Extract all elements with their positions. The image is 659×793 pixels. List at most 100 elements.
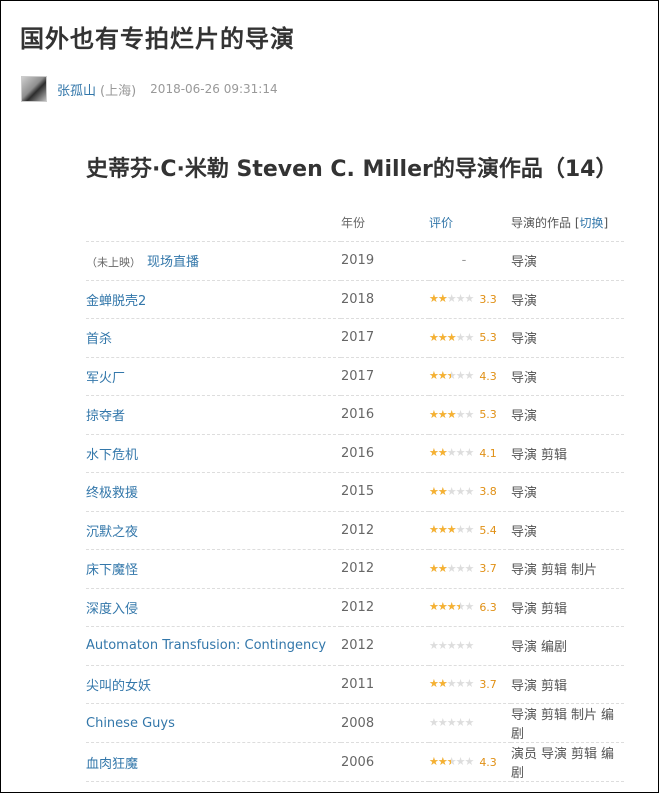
star-rating-icon: ★★★★★★★★★★ (429, 407, 474, 421)
header-roles: 导演的作品 [切换] (511, 203, 624, 242)
star-rating-icon: ★★★★★★★★★★ (429, 446, 474, 460)
role-label: 导演 (511, 370, 538, 386)
cell-roles: 导演 剪辑 (511, 665, 624, 704)
cell-year: 2012 (341, 588, 429, 627)
cell-title: （未上映） 现场直播 (86, 241, 341, 281)
role-label: 导演 (511, 708, 538, 723)
star-rating-icon: ★★★★★★★★★★ (429, 600, 474, 614)
cell-title: 尖叫的女妖 (86, 665, 341, 704)
switch-link[interactable]: 切换 (580, 216, 604, 230)
cell-year: 2012 (341, 626, 429, 666)
role-label: 导演 (511, 640, 538, 656)
movie-title-link[interactable]: 终极救援 (86, 486, 138, 501)
cell-roles: 导演 编剧 (511, 626, 624, 666)
unreleased-tag: （未上映） (86, 256, 141, 270)
rating-score: 6.3 (479, 600, 497, 614)
rating-score: 5.3 (479, 408, 497, 422)
cell-year: 2015 (341, 472, 429, 512)
cell-title: 水下危机 (86, 434, 341, 473)
cell-year: 2017 (341, 357, 429, 396)
role-label: 剪辑 (541, 447, 568, 463)
article-title: 国外也有专拍烂片的导演 (20, 25, 295, 53)
header-rating[interactable]: 评价 (429, 203, 511, 242)
movie-title-link[interactable]: 军火厂 (86, 371, 125, 386)
cell-roles: 导演 剪辑 制片 编剧 (511, 703, 624, 743)
cell-rating: ★★★★★★★★★★ 4.3 (429, 357, 511, 396)
cell-year: 2012 (341, 511, 429, 550)
post-timestamp: 2018-06-26 09:31:14 (150, 82, 278, 96)
cell-year: 2016 (341, 395, 429, 435)
table-row: 金蝉脱壳2 2018★★★★★★★★★★ 3.3 导演 (86, 280, 624, 319)
no-rating: - (461, 253, 467, 269)
role-label: 编剧 (541, 640, 568, 656)
movie-title-link[interactable]: 深度入侵 (86, 602, 138, 617)
star-rating-icon: ★★★★★★★★★★ (429, 484, 474, 498)
cell-rating: ★★★★★★★★★★ (429, 626, 511, 666)
cell-rating: ★★★★★★★★★★ 5.3 (429, 395, 511, 435)
cell-rating: ★★★★★★★★★★ 3.7 (429, 665, 511, 704)
rating-score: 4.3 (479, 755, 497, 769)
cell-rating: ★★★★★★★★★★ (429, 703, 511, 743)
article-meta: 张孤山 (上海) 2018-06-26 09:31:14 (21, 76, 278, 102)
star-rating-icon: ★★★★★★★★★★ (429, 292, 474, 306)
cell-title: 沉默之夜 (86, 511, 341, 550)
rating-score: 3.7 (479, 562, 497, 576)
movie-title-link[interactable]: 尖叫的女妖 (86, 679, 151, 694)
role-label: 演员 (511, 747, 538, 762)
cell-roles: 导演 (511, 511, 624, 550)
cell-title: Chinese Guys (86, 703, 341, 743)
author-link[interactable]: 张孤山 (57, 80, 96, 99)
movie-title-link[interactable]: 床下魔怪 (86, 563, 138, 578)
role-label: 剪辑 (541, 563, 568, 579)
table-row: 深度入侵 2012★★★★★★★★★★ 6.3 导演剪辑 (86, 588, 624, 627)
cell-year: 2008 (341, 703, 429, 743)
movie-title-link[interactable]: 金蝉脱壳2 (86, 294, 146, 309)
table-row: 水下危机 2016★★★★★★★★★★ 4.1 导演剪辑 (86, 434, 624, 473)
movie-title-link[interactable]: 掠夺者 (86, 409, 125, 424)
role-label: 制片 (571, 708, 598, 723)
movie-title-link[interactable]: Automaton Transfusion: Contingency (86, 638, 326, 653)
cell-roles: 演员 导演 剪辑 编剧 (511, 742, 624, 782)
cell-rating: - (429, 241, 511, 281)
star-rating-icon: ★★★★★★★★★★ (429, 330, 474, 344)
cell-roles: 导演 剪辑 (511, 434, 624, 473)
star-rating-icon: ★★★★★★★★★★ (429, 677, 474, 691)
movie-title-link[interactable]: 沉默之夜 (86, 525, 138, 540)
cell-roles: 导演 (511, 395, 624, 435)
table-row: Automaton Transfusion: Contingency 2012 ★★… (86, 626, 624, 666)
table-row: （未上映） 现场直播 2019 - 导演 (86, 241, 624, 281)
page-frame: 国外也有专拍烂片的导演 张孤山 (上海) 2018-06-26 09:31:14… (0, 0, 659, 793)
movie-title-link[interactable]: 首杀 (86, 332, 112, 347)
role-label: 导演 (511, 524, 538, 540)
star-rating-icon: ★★★★★★★★★★ (429, 523, 474, 537)
avatar[interactable] (21, 76, 47, 102)
header-title (86, 203, 341, 242)
movie-title-link[interactable]: Chinese Guys (86, 716, 175, 731)
author-location: (上海) (100, 83, 137, 99)
cell-title: 金蝉脱壳2 (86, 280, 341, 319)
filmography-table: 年份 评价 导演的作品 [切换] （未上映） 现场直播 2019- 导演 金蝉脱壳2 20… (86, 203, 624, 782)
cell-year: 2019 (341, 241, 429, 281)
cell-year: 2012 (341, 549, 429, 589)
role-label: 导演 (511, 332, 538, 348)
role-label: 剪辑 (541, 601, 568, 617)
cell-roles: 导演 剪辑 (511, 588, 624, 627)
movie-title-link[interactable]: 现场直播 (147, 255, 199, 270)
movie-title-link[interactable]: 血肉狂魔 (86, 757, 138, 772)
star-rating-icon: ★★★★★★★★★★ (429, 561, 474, 575)
table-row: 终极救援 2015★★★★★★★★★★ 3.8 导演 (86, 472, 624, 512)
cell-roles: 导演 (511, 280, 624, 319)
cell-title: 床下魔怪 (86, 549, 341, 589)
cell-roles: 导演 (511, 357, 624, 396)
movie-title-link[interactable]: 水下危机 (86, 448, 138, 463)
cell-rating: ★★★★★★★★★★ 5.4 (429, 511, 511, 550)
table-row: 血肉狂魔 2006★★★★★★★★★★ 4.3 演员导演剪辑编剧 (86, 742, 624, 782)
table-row: 沉默之夜 2012★★★★★★★★★★ 5.4 导演 (86, 511, 624, 550)
cell-year: 2016 (341, 434, 429, 473)
cell-year: 2006 (341, 742, 429, 782)
role-label: 导演 (511, 409, 538, 425)
table-row: 掠夺者 2016★★★★★★★★★★ 5.3 导演 (86, 395, 624, 435)
role-label: 导演 (511, 601, 538, 617)
rating-score: 3.3 (479, 292, 497, 306)
role-label: 制片 (571, 563, 598, 579)
